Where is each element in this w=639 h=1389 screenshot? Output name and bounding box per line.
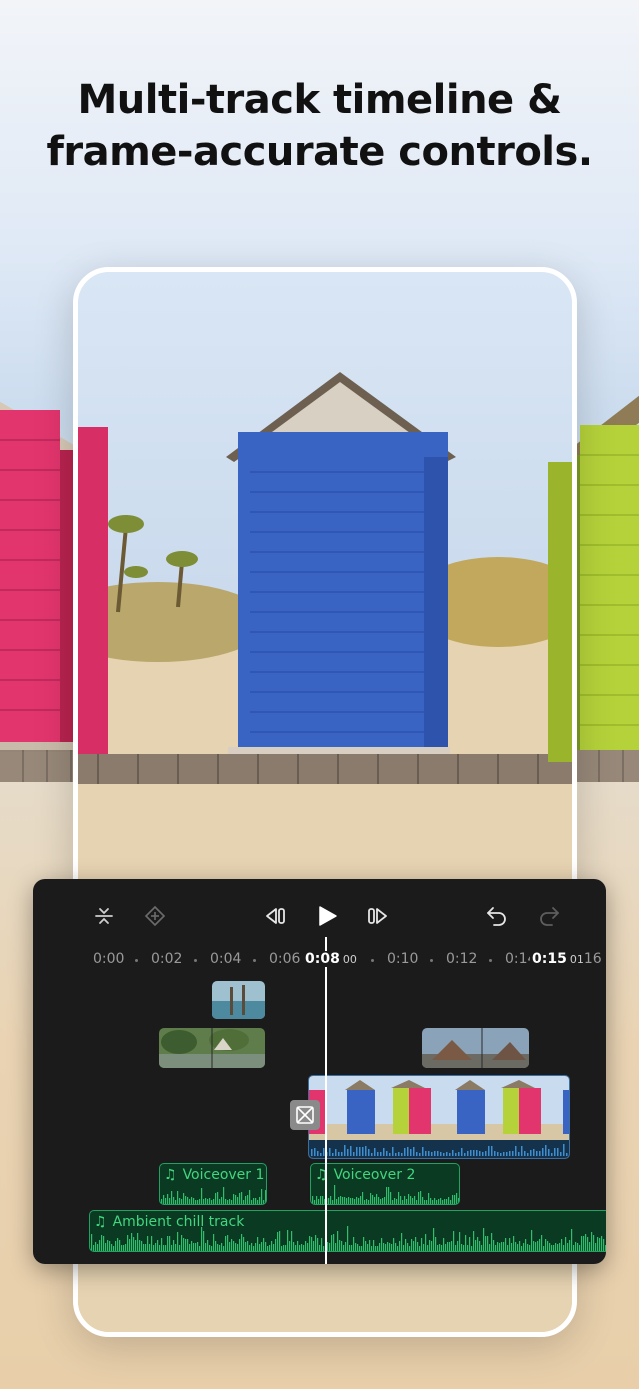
ruler-tick: 0:06 [269, 951, 301, 967]
voiceover-1-label: Voiceover 1 [182, 1167, 265, 1183]
ambient-track-clip[interactable]: ♫ Ambient chill track [89, 1210, 606, 1252]
overlay-clip-rocks[interactable] [422, 1028, 529, 1068]
end-time-frames: 01 [569, 953, 584, 966]
ruler-dot [371, 959, 374, 962]
end-time: 0:15 0116 [530, 951, 604, 967]
ruler-dot [194, 959, 197, 962]
current-time-value: 0:08 [305, 951, 340, 967]
voiceover-1-waveform [161, 1187, 266, 1204]
ruler-tick: 0:10 [387, 951, 419, 967]
headline-line-1: Multi-track timeline & [77, 77, 562, 123]
ruler-tick: 0:04 [210, 951, 242, 967]
ruler-dot [430, 959, 433, 962]
ruler-dot [253, 959, 256, 962]
play-icon[interactable] [312, 901, 342, 931]
step-forward-frame-icon[interactable] [362, 901, 392, 931]
current-time-frames: 00 [342, 953, 357, 966]
undo-icon[interactable] [482, 901, 512, 931]
ruler-tick: 0:12 [446, 951, 478, 967]
ruler-tick: 0:00 [93, 951, 125, 967]
step-back-frame-icon[interactable] [261, 901, 291, 931]
main-video-clip[interactable] [308, 1075, 570, 1159]
playhead[interactable] [325, 937, 327, 1264]
voiceover-2-clip[interactable]: ♫ Voiceover 2 [310, 1163, 460, 1205]
overlay-clip-ocean[interactable] [212, 981, 265, 1019]
transition-icon[interactable] [290, 1100, 320, 1130]
timeline-editor: 0:00 0:02 0:04 0:06 0:08 00 0:10 0:12 0:1… [33, 879, 606, 1264]
headline: Multi-track timeline & frame-accurate co… [0, 74, 639, 178]
music-note-icon: ♫ [164, 1167, 177, 1183]
split-icon[interactable] [89, 901, 119, 931]
current-time: 0:08 00 [302, 951, 360, 967]
ruler-tick: 0:02 [151, 951, 183, 967]
time-ruler[interactable]: 0:00 0:02 0:04 0:06 0:08 00 0:10 0:12 0:1… [33, 951, 606, 971]
voiceover-2-label: Voiceover 2 [333, 1167, 416, 1183]
keyframe-icon[interactable] [140, 901, 170, 931]
redo-icon[interactable] [534, 901, 564, 931]
overlay-clip-jungle[interactable] [159, 1028, 265, 1068]
voiceover-2-waveform [312, 1185, 459, 1204]
end-time-value: 0:15 [532, 951, 567, 967]
ruler-dot [135, 959, 138, 962]
ruler-trailing-tick: 16 [583, 951, 602, 967]
headline-line-2: frame-accurate controls. [46, 129, 593, 175]
ruler-dot [489, 959, 492, 962]
ambient-waveform [91, 1226, 606, 1251]
voiceover-1-clip[interactable]: ♫ Voiceover 1 [159, 1163, 267, 1205]
